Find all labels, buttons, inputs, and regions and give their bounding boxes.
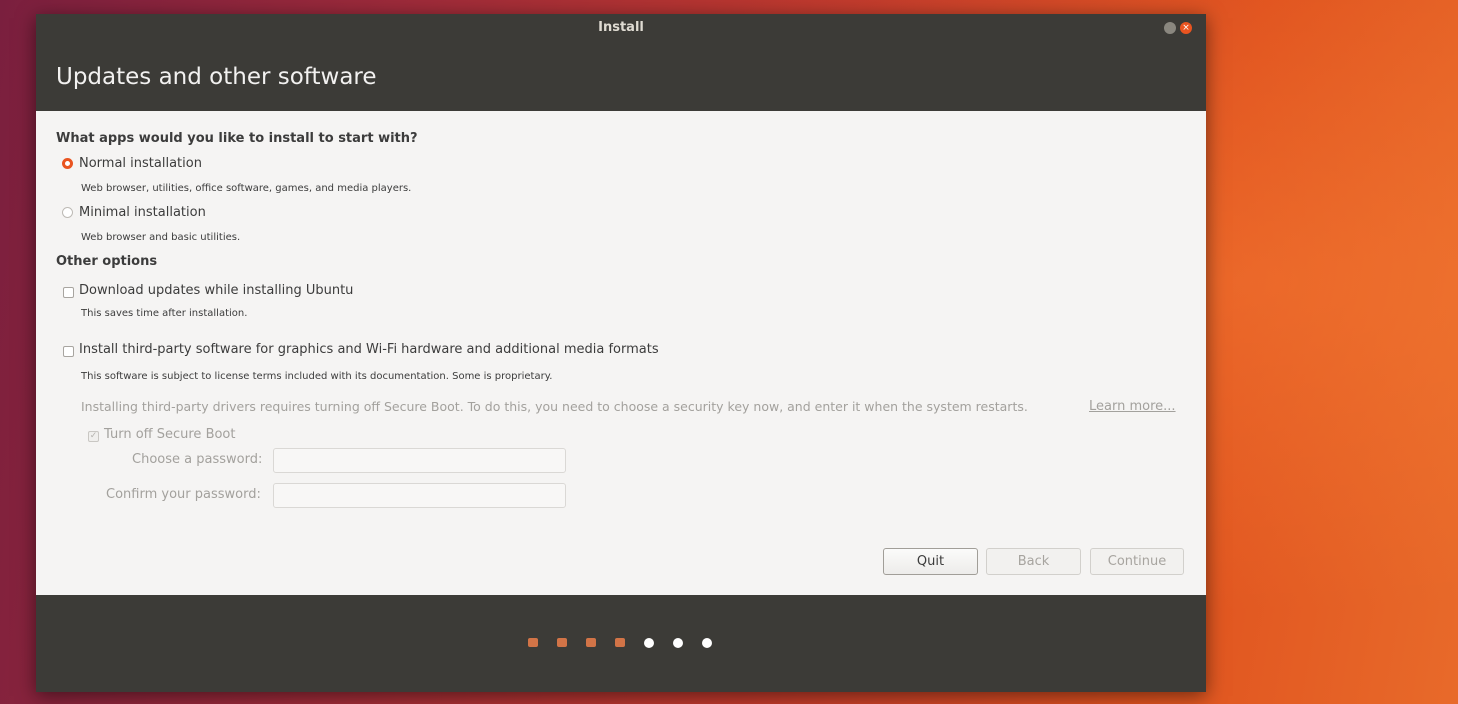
- progress-dot: [586, 638, 596, 647]
- confirm-password-field[interactable]: [273, 483, 566, 508]
- minimize-icon[interactable]: [1164, 22, 1176, 34]
- third-party-checkbox[interactable]: [63, 346, 74, 357]
- download-updates-desc: This saves time after installation.: [81, 308, 248, 319]
- third-party-label[interactable]: Install third-party software for graphic…: [79, 342, 659, 357]
- progress-dot: [557, 638, 567, 647]
- progress-dot: [644, 638, 654, 648]
- progress-dot: [702, 638, 712, 648]
- progress-dots: [528, 638, 718, 648]
- close-icon[interactable]: ×: [1180, 22, 1192, 34]
- install-question: What apps would you like to install to s…: [56, 131, 418, 146]
- download-updates-checkbox[interactable]: [63, 287, 74, 298]
- other-options-heading: Other options: [56, 254, 158, 269]
- normal-installation-desc: Web browser, utilities, office software,…: [81, 183, 412, 194]
- normal-installation-label[interactable]: Normal installation: [79, 156, 202, 171]
- minimal-installation-label[interactable]: Minimal installation: [79, 205, 206, 220]
- back-button[interactable]: Back: [986, 548, 1081, 575]
- secure-boot-note: Installing third-party drivers requires …: [81, 399, 1028, 414]
- confirm-password-label: Confirm your password:: [106, 487, 261, 502]
- progress-dot: [673, 638, 683, 648]
- installer-window: Install × Updates and other software Wha…: [36, 14, 1206, 692]
- window-title: Install: [598, 20, 644, 35]
- quit-button[interactable]: Quit: [883, 548, 978, 575]
- learn-more-link[interactable]: Learn more...: [1089, 399, 1176, 414]
- continue-button[interactable]: Continue: [1090, 548, 1184, 575]
- progress-dot: [615, 638, 625, 647]
- third-party-desc: This software is subject to license term…: [81, 371, 553, 382]
- progress-dot: [528, 638, 538, 647]
- page-title: Updates and other software: [56, 64, 377, 90]
- secure-boot-checkbox[interactable]: ✓: [88, 431, 99, 442]
- normal-installation-radio[interactable]: [62, 158, 73, 169]
- download-updates-label[interactable]: Download updates while installing Ubuntu: [79, 283, 353, 298]
- secure-boot-label[interactable]: Turn off Secure Boot: [104, 427, 236, 442]
- minimal-installation-desc: Web browser and basic utilities.: [81, 232, 241, 243]
- password-label: Choose a password:: [132, 452, 263, 467]
- content-panel: What apps would you like to install to s…: [36, 111, 1206, 595]
- password-field[interactable]: [273, 448, 566, 473]
- minimal-installation-radio[interactable]: [62, 207, 73, 218]
